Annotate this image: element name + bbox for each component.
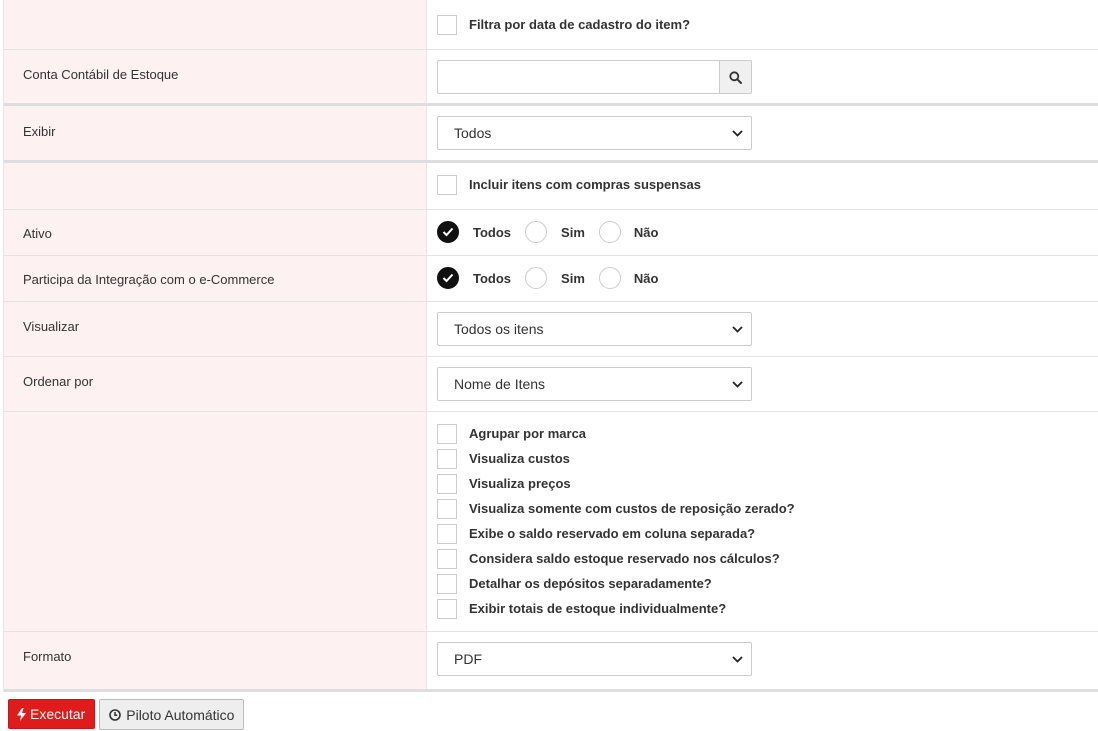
ecommerce-option-todos: Todos [473,270,512,286]
row-ordenar: Ordenar por Nome de Itens [4,357,1098,412]
custos-reposicao-zerado-label: Visualiza somente com custos de reposiçã… [469,501,795,516]
ecommerce-option-nao: Não [633,270,659,286]
exibir-label: Exibir [4,106,427,160]
option-detalhar-depositos: Detalhar os depósitos separadamente? [437,571,1098,596]
row-ativo: Ativo Todos Sim Não [4,210,1098,256]
bolt-icon [17,707,26,721]
custos-reposicao-zerado-checkbox[interactable] [437,498,457,519]
saldo-reservado-coluna-label: Exibe o saldo reservado em coluna separa… [469,526,756,541]
agrupar-marca-label: Agrupar por marca [469,426,587,441]
ordenar-label: Ordenar por [4,357,427,411]
formato-label: Formato [4,632,427,689]
check-icon [442,227,454,237]
option-visualiza-precos: Visualiza preços [437,471,1098,496]
row-formato: Formato PDF [4,632,1098,692]
ecommerce-radio-todos[interactable] [437,267,459,289]
visualiza-precos-checkbox[interactable] [437,473,457,494]
chevron-down-icon [732,129,743,137]
piloto-automatico-label: Piloto Automático [126,706,235,723]
exibir-select[interactable]: Todos [437,116,752,150]
row-exibir: Exibir Todos [4,106,1098,163]
row-options: Agrupar por marca Visualiza custos Visua… [4,412,1098,632]
row-filtra-data: Filtra por data de cadastro do item? [4,0,1098,50]
ativo-radio-nao[interactable] [598,221,621,243]
conta-contabil-label: Conta Contábil de Estoque [4,50,427,103]
executar-label: Executar [30,706,86,722]
option-custos-reposicao-zerado: Visualiza somente com custos de reposiçã… [437,496,1098,521]
ecommerce-label: Participa da Integração com o e-Commerce [4,256,427,301]
filtra-data-label: Filtra por data de cadastro do item? [469,17,691,32]
ordenar-select[interactable]: Nome de Itens [437,367,752,401]
ativo-label: Ativo [4,210,427,255]
check-icon [442,273,454,283]
visualiza-custos-label: Visualiza custos [469,451,570,466]
option-agrupar-marca: Agrupar por marca [437,421,1098,446]
totais-individual-label: Exibir totais de estoque individualmente… [469,601,727,616]
option-saldo-reservado-calculos: Considera saldo estoque reservado nos cá… [437,546,1098,571]
ecommerce-radio-sim[interactable] [525,267,548,289]
detalhar-depositos-label: Detalhar os depósitos separadamente? [469,576,712,591]
ativo-option-nao: Não [633,224,659,240]
ordenar-select-value: Nome de Itens [454,376,546,392]
visualizar-select-value: Todos os itens [454,321,544,337]
row-conta-contabil: Conta Contábil de Estoque [4,50,1098,106]
saldo-reservado-calculos-checkbox[interactable] [437,548,457,569]
ativo-option-todos: Todos [473,224,512,240]
incluir-suspensas-label: Incluir itens com compras suspensas [469,177,701,192]
saldo-reservado-coluna-checkbox[interactable] [437,523,457,544]
ativo-radio-todos[interactable] [437,221,459,243]
ativo-option-sim: Sim [561,224,585,240]
search-icon [729,70,742,84]
ecommerce-radio-nao[interactable] [598,267,621,289]
formato-select[interactable]: PDF [437,642,752,676]
agrupar-marca-checkbox[interactable] [437,423,457,444]
saldo-reservado-calculos-label: Considera saldo estoque reservado nos cá… [469,551,780,566]
row-incluir-suspensas: Incluir itens com compras suspensas [4,163,1098,210]
action-bar: Executar Piloto Automático [8,699,245,730]
row-label-empty [4,0,427,49]
executar-button[interactable]: Executar [8,699,96,729]
options-checkbox-list: Agrupar por marca Visualiza custos Visua… [427,412,1098,631]
detalhar-depositos-checkbox[interactable] [437,573,457,594]
chevron-down-icon [732,325,743,333]
piloto-automatico-button[interactable]: Piloto Automático [99,699,245,730]
visualizar-label: Visualizar [4,302,427,356]
visualiza-precos-label: Visualiza preços [469,476,571,491]
ecommerce-option-sim: Sim [561,270,585,286]
chevron-down-icon [732,655,743,663]
visualizar-select[interactable]: Todos os itens [437,312,752,346]
chevron-down-icon [732,380,743,388]
row-ecommerce: Participa da Integração com o e-Commerce… [4,256,1098,302]
formato-select-value: PDF [454,651,482,667]
option-visualiza-custos: Visualiza custos [437,446,1098,471]
exibir-select-value: Todos [454,125,492,141]
conta-contabil-input[interactable] [437,60,719,94]
visualiza-custos-checkbox[interactable] [437,448,457,469]
row-visualizar: Visualizar Todos os itens [4,302,1098,357]
option-saldo-reservado-coluna: Exibe o saldo reservado em coluna separa… [437,521,1098,546]
totais-individual-checkbox[interactable] [437,598,457,619]
conta-contabil-search-button[interactable] [719,60,752,94]
clock-icon [109,708,122,721]
incluir-suspensas-checkbox[interactable] [437,174,457,195]
filtra-data-checkbox[interactable] [437,14,457,35]
ativo-radio-sim[interactable] [525,221,548,243]
report-filter-form: Filtra por data de cadastro do item? Con… [3,0,1098,692]
option-totais-individual: Exibir totais de estoque individualmente… [437,596,1098,621]
